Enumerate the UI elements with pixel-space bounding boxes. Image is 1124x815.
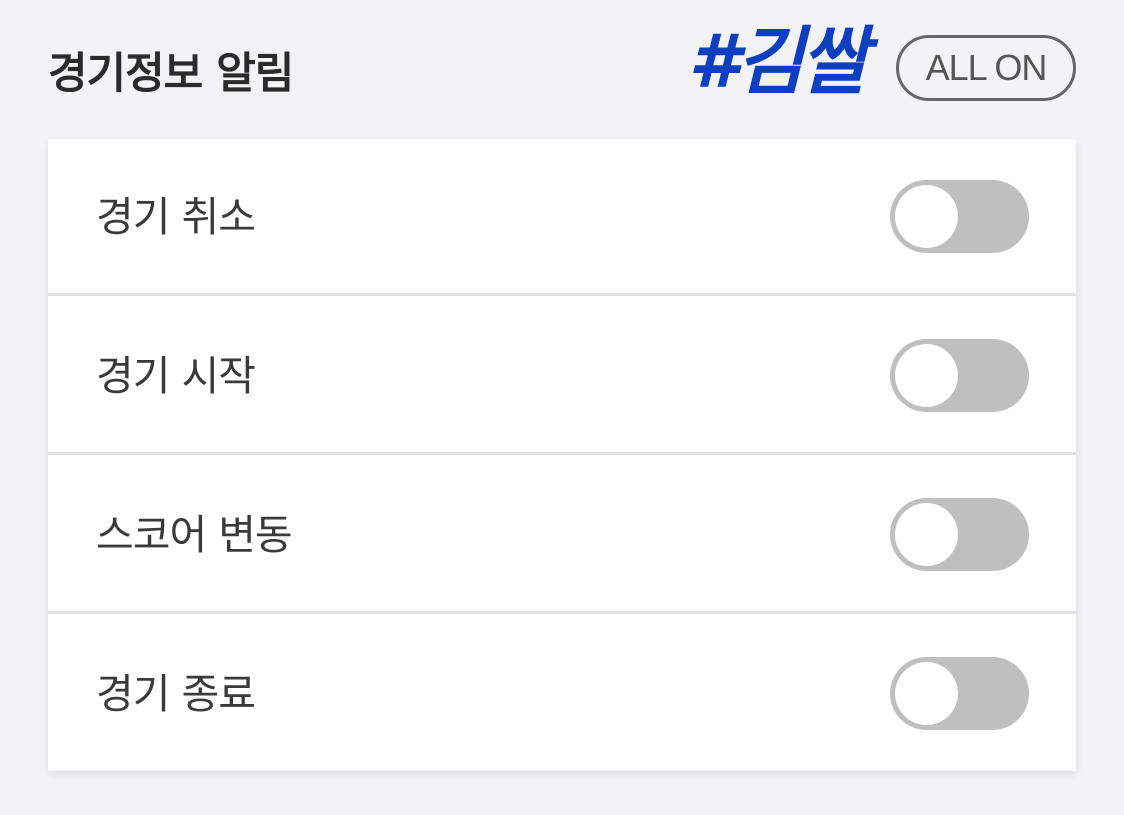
brand-hashtag-logo: #김쌀 bbox=[688, 19, 868, 105]
game-start-toggle[interactable] bbox=[890, 339, 1029, 412]
toggle-knob bbox=[895, 662, 958, 725]
setting-label: 경기 취소 bbox=[96, 193, 256, 241]
setting-row-game-end: 경기 종료 bbox=[48, 616, 1076, 773]
setting-label: 경기 시작 bbox=[96, 352, 256, 400]
score-change-toggle[interactable] bbox=[890, 498, 1029, 571]
page-title: 경기정보 알림 bbox=[48, 49, 294, 99]
all-on-button[interactable]: ALL ON bbox=[896, 35, 1076, 101]
setting-label: 스코어 변동 bbox=[96, 511, 293, 559]
setting-row-score-change: 스코어 변동 bbox=[48, 457, 1076, 614]
game-cancel-toggle[interactable] bbox=[890, 180, 1029, 253]
game-end-toggle[interactable] bbox=[890, 657, 1029, 730]
toggle-knob bbox=[895, 503, 958, 566]
notification-settings-list: 경기 취소 경기 시작 스코어 변동 경기 종료 bbox=[48, 139, 1076, 771]
setting-label: 경기 종료 bbox=[96, 670, 256, 718]
toggle-knob bbox=[895, 344, 958, 407]
notification-header: 경기정보 알림 #김쌀 ALL ON bbox=[48, 22, 1076, 110]
toggle-knob bbox=[895, 185, 958, 248]
setting-row-game-cancel: 경기 취소 bbox=[48, 139, 1076, 296]
setting-row-game-start: 경기 시작 bbox=[48, 298, 1076, 455]
